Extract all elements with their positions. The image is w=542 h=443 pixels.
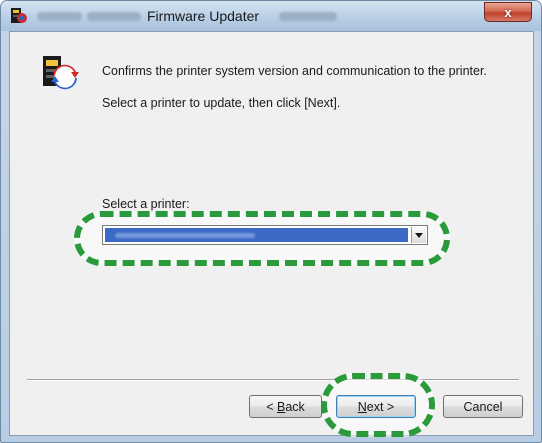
select-printer-label: Select a printer: (102, 197, 190, 211)
printer-select-value (105, 228, 408, 242)
dialog-client-area: Confirms the printer system version and … (9, 31, 534, 437)
title-redacted-text (37, 12, 82, 21)
firmware-updater-window: Firmware Updater x Confirms the printer … (0, 0, 542, 443)
back-button[interactable]: < Back (249, 395, 322, 418)
title-redacted-text (87, 12, 141, 21)
printer-name-redacted (115, 233, 255, 238)
cancel-button[interactable]: Cancel (443, 395, 523, 418)
chevron-down-icon[interactable] (411, 227, 426, 243)
firmware-updater-app-icon (41, 54, 79, 92)
next-button[interactable]: Next > (336, 395, 416, 418)
back-button-label: ack (285, 399, 305, 414)
close-icon: x (504, 4, 512, 20)
footer-separator (27, 379, 519, 381)
back-button-accesskey: B (276, 399, 286, 414)
instruction-text: Select a printer to update, then click [… (102, 96, 341, 110)
window-title: Firmware Updater (147, 8, 260, 24)
close-button[interactable]: x (484, 2, 532, 22)
printer-select[interactable] (102, 225, 428, 245)
title-redacted-version (279, 12, 337, 21)
back-button-prefix: < (266, 399, 277, 414)
next-button-accesskey: N (357, 399, 367, 414)
title-bar[interactable]: Firmware Updater x (1, 1, 541, 31)
description-text: Confirms the printer system version and … (102, 64, 487, 78)
next-button-label: ext > (366, 399, 395, 414)
firmware-updater-app-icon (10, 7, 28, 25)
